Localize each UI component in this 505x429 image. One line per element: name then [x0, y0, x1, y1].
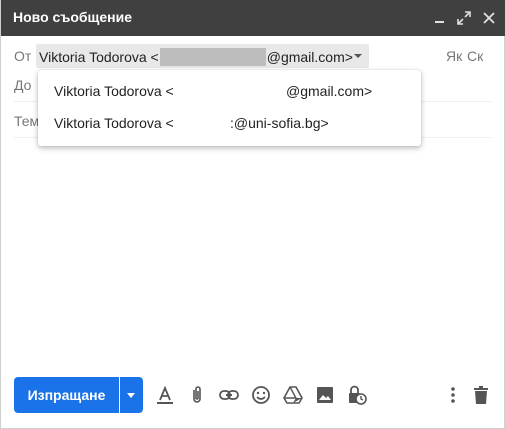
expand-icon[interactable]	[454, 8, 474, 28]
compose-title: Ново съобщение	[13, 9, 132, 25]
link-icon[interactable]	[218, 384, 240, 406]
from-value-suffix: @gmail.com>	[266, 49, 353, 65]
compose-toolbar: Изпращане	[1, 372, 505, 418]
image-icon[interactable]	[314, 384, 336, 406]
chevron-down-icon[interactable]	[354, 54, 362, 58]
confidential-mode-icon[interactable]	[346, 384, 368, 406]
from-value-prefix: Viktoria Todorova <	[39, 49, 159, 65]
subject-label: Тем	[14, 113, 40, 129]
trash-icon[interactable]	[470, 384, 492, 406]
from-option[interactable]: Viktoria Todorova < :@uni-sofia.bg>	[54, 115, 394, 135]
from-option-name: Viktoria Todorova <	[54, 83, 174, 99]
from-option[interactable]: Viktoria Todorova < @gmail.com>	[54, 83, 394, 103]
bcc-link[interactable]: Ск	[467, 48, 483, 64]
more-options-icon[interactable]	[442, 384, 464, 406]
drive-icon[interactable]	[282, 384, 304, 406]
from-option-name: Viktoria Todorova <	[54, 115, 174, 131]
chevron-down-icon	[127, 393, 135, 398]
from-select[interactable]: Viktoria Todorova < @gmail.com>	[36, 44, 369, 68]
from-dropdown-menu: Viktoria Todorova < @gmail.com> Viktoria…	[38, 70, 421, 146]
text-format-icon[interactable]	[154, 384, 176, 406]
compose-titlebar[interactable]: Ново съобщение	[1, 0, 505, 36]
redacted-email	[159, 48, 266, 66]
attach-icon[interactable]	[186, 384, 208, 406]
close-icon[interactable]	[479, 8, 499, 28]
cc-link[interactable]: Як	[446, 48, 462, 64]
minimize-icon[interactable]	[429, 8, 449, 28]
from-option-domain: :@uni-sofia.bg>	[230, 115, 329, 131]
schedule-send-dropdown[interactable]	[120, 377, 143, 413]
emoji-icon[interactable]	[250, 384, 272, 406]
to-label: До	[14, 77, 32, 93]
compose-window: Ново съобщение От Viktoria Todorova < @gm…	[0, 0, 505, 429]
send-button[interactable]: Изпращане	[14, 377, 119, 413]
from-option-domain: @gmail.com>	[286, 83, 373, 99]
message-body[interactable]	[14, 145, 492, 365]
